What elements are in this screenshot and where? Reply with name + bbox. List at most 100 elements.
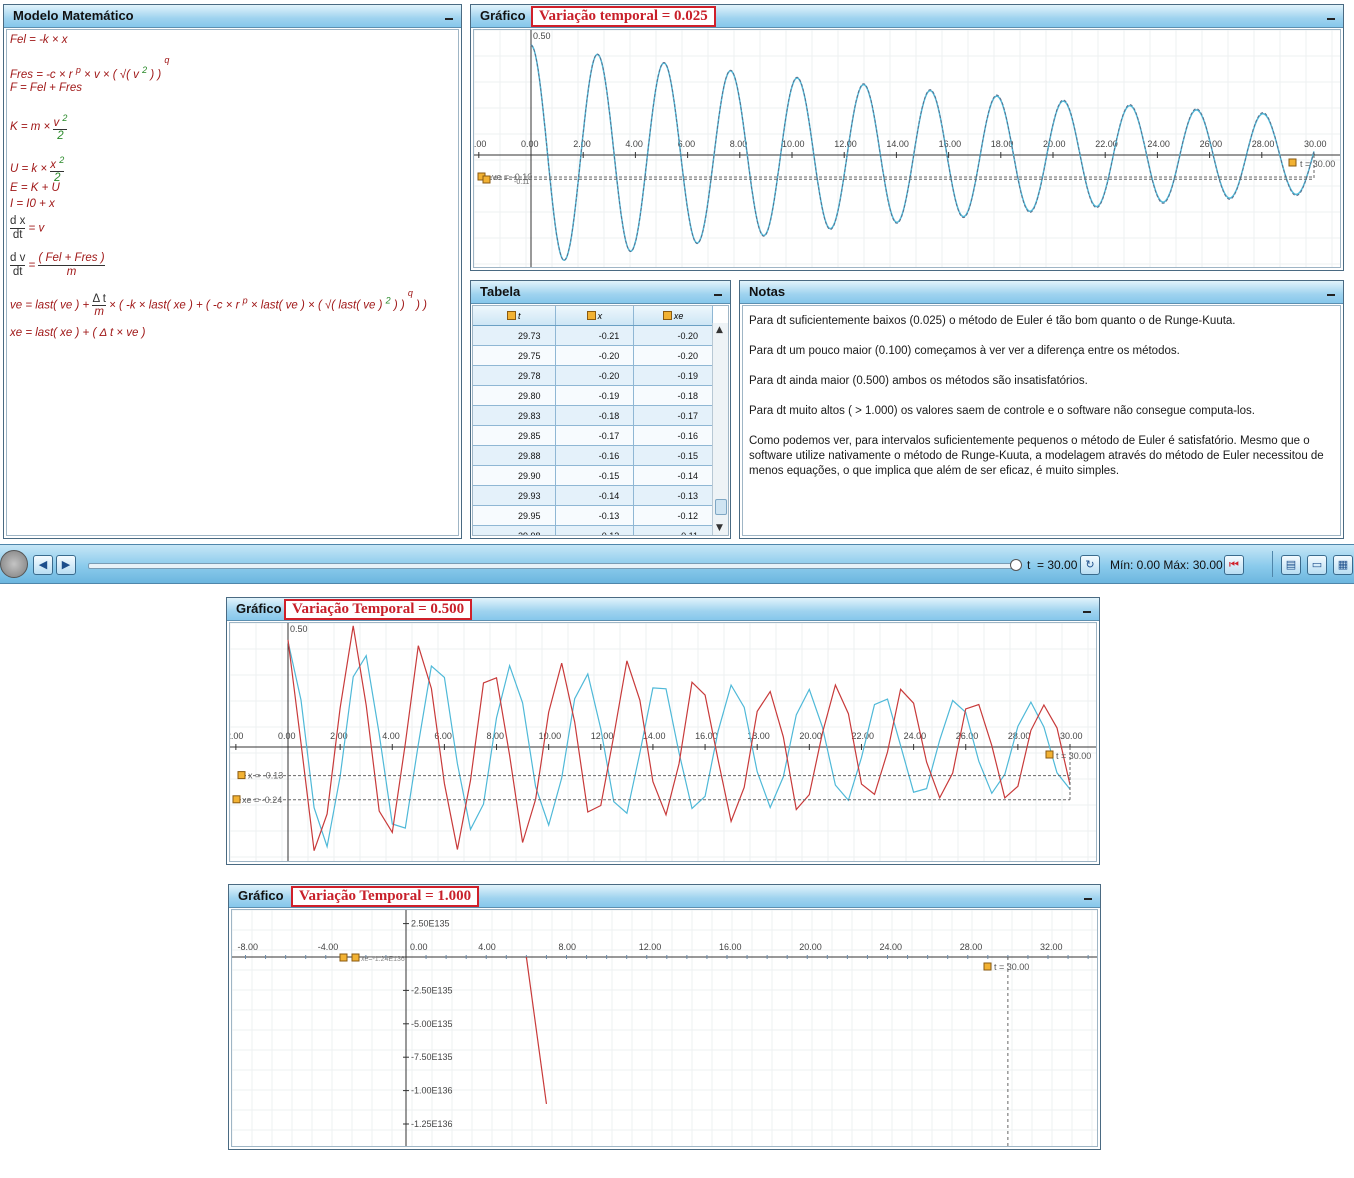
modelo-body[interactable]: Fel = -k × x Fres = -c × r p × v × ( √( … bbox=[6, 29, 459, 536]
table-row[interactable]: 29.85 -0.17 -0.16 bbox=[473, 425, 713, 446]
grafico2-panel: Gráfico Variação Temporal = 0.500 2.00 0.… bbox=[226, 597, 1100, 865]
grafico3-body[interactable]: -8.00 -4.00 0.00 4.00 8.00 12.00 16.00 20.00 24.… bbox=[231, 909, 1098, 1147]
notas-title: Notas bbox=[749, 284, 786, 299]
table-cell: -0.19 bbox=[633, 365, 713, 386]
modelo-matematico-panel: Modelo Matemático Fel = -k × x Fres = -c… bbox=[3, 4, 462, 539]
scroll-thumb[interactable] bbox=[715, 499, 727, 515]
x-tick-label: 0.00 bbox=[278, 731, 296, 741]
table-row[interactable]: 29.98 -0.12 -0.11 bbox=[473, 525, 713, 535]
eq-xe: xe = last( xe ) + ( Δ t × ve ) bbox=[10, 327, 146, 339]
table-row[interactable]: 29.78 -0.20 -0.19 bbox=[473, 365, 713, 386]
tabela-panel: Tabela t x xe 29.73 -0.21 -0.20 29.75 -0.20 -0.… bbox=[470, 280, 731, 539]
cursor-label: t = 30.00 bbox=[1300, 159, 1335, 169]
minimize-icon[interactable] bbox=[714, 294, 722, 296]
cursor-label: t = 30.00 bbox=[1056, 751, 1091, 761]
table-cell: 29.80 bbox=[473, 385, 556, 406]
minimize-icon[interactable] bbox=[1083, 611, 1091, 613]
table-row[interactable]: 29.83 -0.18 -0.17 bbox=[473, 405, 713, 426]
reset-icon[interactable]: ⏮ bbox=[1224, 555, 1244, 575]
grafico1-title: Gráfico bbox=[480, 8, 526, 23]
notas-header: Notas bbox=[740, 281, 1343, 304]
layout-2-icon[interactable]: ▭ bbox=[1307, 555, 1327, 575]
modelo-header: Modelo Matemático bbox=[4, 5, 461, 28]
eq-fel: Fel = -k × x bbox=[10, 34, 68, 46]
table-cell: 29.78 bbox=[473, 365, 556, 386]
table-row[interactable]: 29.88 -0.16 -0.15 bbox=[473, 445, 713, 466]
y-tick-label: 0.50 bbox=[290, 624, 308, 634]
table-scrollbar[interactable]: ▲ ▼ bbox=[712, 323, 728, 535]
table-cell: -0.21 bbox=[555, 325, 635, 346]
layout-3-icon[interactable]: ▦ bbox=[1333, 555, 1353, 575]
minimize-icon[interactable] bbox=[1327, 294, 1335, 296]
table-row[interactable]: 29.95 -0.13 -0.12 bbox=[473, 505, 713, 526]
refresh-icon[interactable]: ↻ bbox=[1080, 555, 1100, 575]
cursor-label: t = 30.00 bbox=[994, 962, 1029, 972]
x-tick-label: 20.00 bbox=[799, 942, 822, 952]
x-tick-label: 24.00 bbox=[880, 942, 903, 952]
nota-5: Como podemos ver, para intervalos sufici… bbox=[749, 435, 1324, 477]
nota-2: Para dt um pouco maior (0.100) começamos… bbox=[749, 345, 1180, 357]
series-line-xe bbox=[287, 625, 1071, 851]
grafico3-header: Gráfico Variação Temporal = 1.000 bbox=[229, 885, 1100, 908]
table-row[interactable]: 29.80 -0.19 -0.18 bbox=[473, 385, 713, 406]
time-slider-thumb[interactable] bbox=[1010, 559, 1022, 571]
table-cell: -0.13 bbox=[633, 485, 713, 506]
table-cell: -0.20 bbox=[633, 325, 713, 346]
modelo-title: Modelo Matemático bbox=[13, 8, 134, 23]
step-back-button[interactable]: ◀ bbox=[33, 555, 53, 575]
minimize-icon[interactable] bbox=[445, 18, 453, 20]
eq-i: I = I0 + x bbox=[10, 198, 55, 210]
minimize-icon[interactable] bbox=[1327, 18, 1335, 20]
play-button[interactable] bbox=[0, 550, 28, 578]
x-tick-label: 4.00 bbox=[625, 139, 643, 149]
t-value: = 30.00 bbox=[1037, 558, 1078, 572]
grafico2-header: Gráfico Variação Temporal = 0.500 bbox=[227, 598, 1099, 621]
table-cell: 29.73 bbox=[473, 325, 556, 346]
grafico2-chart[interactable]: 2.000.002.004.006.008.0010.0012.0014.001… bbox=[230, 623, 1097, 862]
eq-e: E = K + U bbox=[10, 182, 60, 194]
y-tick-label: -1.25E136 bbox=[411, 1119, 453, 1129]
x-tick-label: 24.00 bbox=[904, 731, 927, 741]
grafico1-chart[interactable]: 2.000.002.004.006.008.0010.0012.0014.001… bbox=[474, 30, 1341, 268]
eq-fres: Fres = -c × r p × v × ( √( v 2 ) ) q bbox=[10, 55, 170, 81]
series-swatch-icon bbox=[482, 175, 491, 184]
table-cell: -0.12 bbox=[555, 525, 635, 535]
layout-1-icon[interactable]: ▤ bbox=[1281, 555, 1301, 575]
table-row[interactable]: 29.93 -0.14 -0.13 bbox=[473, 485, 713, 506]
table-cell: -0.17 bbox=[555, 425, 635, 446]
table-cell: 29.85 bbox=[473, 425, 556, 446]
grafico1-body[interactable]: 2.000.002.004.006.008.0010.0012.0014.001… bbox=[473, 29, 1341, 268]
grafico3-chart[interactable]: -8.00 -4.00 0.00 4.00 8.00 12.00 16.00 20.00 24.… bbox=[232, 910, 1098, 1147]
data-table[interactable]: t x xe 29.73 -0.21 -0.20 29.75 -0.20 -0.20 29.78… bbox=[473, 306, 713, 535]
column-header-t[interactable]: t bbox=[473, 306, 556, 326]
notas-body[interactable]: Para dt suficientemente baixos (0.025) o… bbox=[742, 305, 1341, 536]
x-tick-label: -4.00 bbox=[318, 942, 339, 952]
x-tick-label: 30.00 bbox=[1304, 139, 1327, 149]
x-tick-label: 10.00 bbox=[782, 139, 805, 149]
minimize-icon[interactable] bbox=[1084, 898, 1092, 900]
time-slider-track[interactable] bbox=[88, 563, 1020, 569]
table-row[interactable]: 29.73 -0.21 -0.20 bbox=[473, 325, 713, 346]
scroll-up-icon[interactable]: ▲ bbox=[716, 325, 723, 335]
table-row[interactable]: 29.90 -0.15 -0.14 bbox=[473, 465, 713, 486]
column-label: t bbox=[517, 310, 521, 321]
min-max-label: Mín: 0.00 Máx: 30.00 bbox=[1110, 558, 1223, 572]
cursor-swatch-icon bbox=[1045, 750, 1054, 759]
table-cell: -0.16 bbox=[555, 445, 635, 466]
step-forward-button[interactable]: ▶ bbox=[56, 555, 76, 575]
scroll-down-icon[interactable]: ▼ bbox=[716, 523, 723, 533]
table-cell: 29.83 bbox=[473, 405, 556, 426]
series-swatch-icon bbox=[232, 795, 241, 804]
column-header-x[interactable]: x bbox=[555, 306, 635, 326]
table-row[interactable]: 29.75 -0.20 -0.20 bbox=[473, 345, 713, 366]
grafico2-body[interactable]: 2.000.002.004.006.008.0010.0012.0014.001… bbox=[229, 622, 1097, 862]
column-header-xe[interactable]: xe bbox=[633, 306, 713, 326]
x-tick-label: 28.00 bbox=[960, 942, 983, 952]
table-cell: -0.15 bbox=[555, 465, 635, 486]
tabela-title: Tabela bbox=[480, 284, 521, 299]
eq-dvdt: d v dt = ( Fel + Fres ) m bbox=[10, 252, 105, 278]
column-label: x bbox=[597, 310, 603, 321]
playback-toolbar: ◀ ▶ t = 30.00 ↻ Mín: 0.00 Máx: 30.00 ⏮ ▤… bbox=[0, 544, 1354, 584]
table-cell: 29.90 bbox=[473, 465, 556, 486]
grafico1-panel: Gráfico Variação temporal = 0.025 2.00 0.… bbox=[470, 4, 1344, 271]
